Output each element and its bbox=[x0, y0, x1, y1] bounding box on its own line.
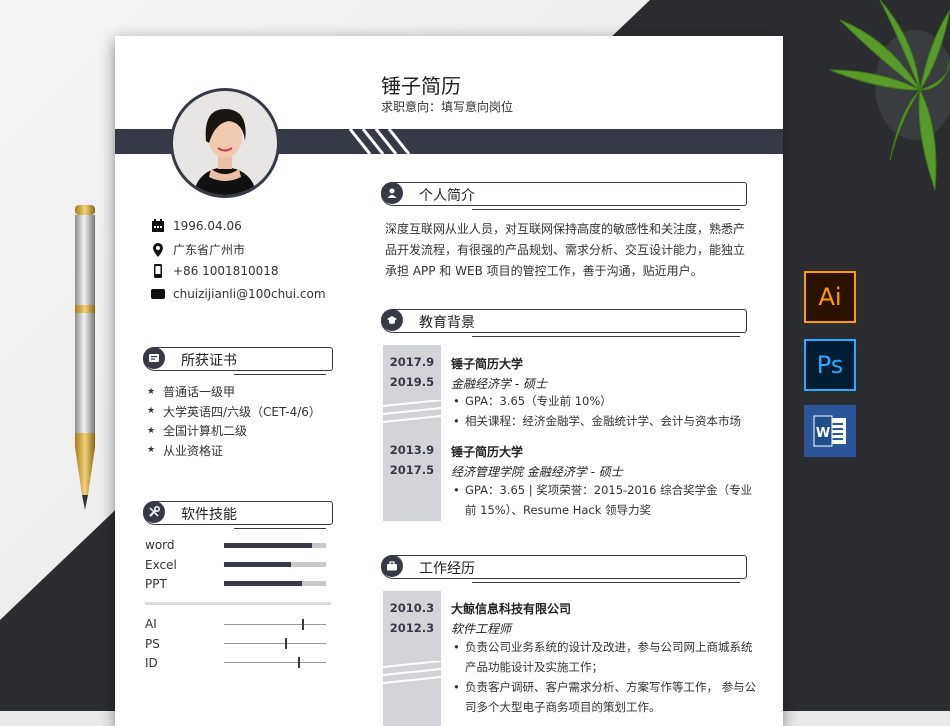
skill-bar-excel bbox=[224, 562, 326, 567]
star-icon: ★ bbox=[147, 386, 156, 397]
skill-bar-ppt bbox=[224, 581, 326, 586]
edu2-end: 2017.5 bbox=[389, 463, 435, 477]
star-icon: ★ bbox=[147, 425, 156, 436]
contact-email: chuizijianli@100chui.com bbox=[151, 287, 326, 301]
cert-list: ★ 普通话一级甲 ★ 大学英语四/六级（CET-4/6） ★ 全国计算机二级 ★ 从业资… bbox=[147, 382, 321, 460]
plant-decoration bbox=[829, 0, 950, 190]
briefcase-icon bbox=[381, 555, 403, 577]
section-work-header: 工作经历 bbox=[381, 555, 747, 583]
email-icon bbox=[151, 289, 165, 299]
skill-label-excel: Excel bbox=[145, 558, 177, 572]
resume-name: 锤子简历 bbox=[381, 74, 461, 98]
intro-text: 深度互联网从业人员，对互联网保持高度的敏感性和关注度，熟悉产品开发流程，有很强的… bbox=[385, 222, 746, 278]
education-icon bbox=[381, 309, 403, 331]
section-skills-title: 软件技能 bbox=[181, 507, 237, 523]
work1-role: 软件工程师 bbox=[451, 622, 512, 636]
section-skills-header: 软件技能 bbox=[143, 501, 333, 529]
contact-location: 广东省广州市 bbox=[151, 241, 245, 258]
edu2-major: 经济管理学院 金融经济学 - 硕士 bbox=[451, 465, 623, 479]
location-text: 广东省广州市 bbox=[173, 243, 246, 257]
skill-label-ai: AI bbox=[145, 617, 157, 631]
list-item: ★ 全国计算机二级 bbox=[147, 424, 248, 439]
date-stripes bbox=[383, 400, 441, 423]
list-item: ★ 从业资格证 bbox=[147, 443, 224, 458]
pen-decoration bbox=[75, 205, 95, 510]
edu1-major: 金融经济学 - 硕士 bbox=[451, 377, 547, 391]
edu2-start: 2013.9 bbox=[389, 443, 435, 457]
skill-slider-ps bbox=[224, 638, 326, 649]
calendar-icon bbox=[152, 219, 164, 232]
star-icon: ★ bbox=[147, 445, 156, 456]
contact-birth: 1996.04.06 bbox=[151, 219, 242, 233]
birth-date: 1996.04.06 bbox=[173, 219, 242, 233]
education-date-column: 2017.9 2019.5 2013.9 2017.5 bbox=[383, 345, 441, 521]
section-work-title: 工作经历 bbox=[419, 561, 475, 577]
user-icon bbox=[381, 182, 403, 204]
section-education-title: 教育背景 bbox=[419, 315, 475, 331]
skill-label-ps: PS bbox=[145, 637, 160, 651]
edu2-school: 锤子简历大学 bbox=[451, 445, 524, 459]
edu2-bullet: GPA：3.65 | 奖项荣誉：2015-2016 综合奖学金（专业前 15%）… bbox=[451, 480, 761, 520]
work1-company: 大鲸信息科技有限公司 bbox=[451, 602, 572, 616]
section-certs-title: 所获证书 bbox=[181, 353, 237, 369]
certificate-icon bbox=[143, 347, 165, 369]
skill-bar-word bbox=[224, 543, 326, 548]
skill-slider-id bbox=[224, 657, 326, 668]
tools-icon bbox=[143, 501, 165, 523]
work1-bullet: 负责公司业务系统的设计及改进，参与公司网上商城系统产品功能设计及实施工作； bbox=[451, 637, 761, 677]
job-intent: 求职意向：填写意向岗位 bbox=[381, 100, 514, 114]
section-certs-header: 所获证书 bbox=[143, 347, 333, 375]
illustrator-icon: Ai bbox=[804, 271, 856, 323]
work-date-column: 2010.3 2012.3 bbox=[383, 591, 441, 726]
skill-slider-ai bbox=[224, 619, 326, 630]
work1-start: 2010.3 bbox=[389, 601, 435, 615]
contact-phone: +86 1001810018 bbox=[151, 264, 279, 278]
work1-bullet: 负责客户调研、客户需求分析、方案写作等工作， 参与公司多个大型电子商务项目的策划… bbox=[451, 677, 761, 717]
section-intro-title: 个人简介 bbox=[419, 188, 475, 204]
skills-divider bbox=[145, 602, 331, 605]
skill-label-ppt: PPT bbox=[145, 577, 167, 591]
section-education-header: 教育背景 bbox=[381, 309, 747, 337]
edu1-school: 锤子简历大学 bbox=[451, 357, 524, 371]
section-intro-header: 个人简介 bbox=[381, 182, 747, 210]
star-icon: ★ bbox=[147, 406, 156, 417]
email-text: chuizijianli@100chui.com bbox=[173, 287, 326, 301]
location-pin-icon bbox=[153, 242, 163, 257]
work1-end: 2012.3 bbox=[389, 621, 435, 635]
photoshop-icon: Ps bbox=[804, 339, 856, 391]
phone-text: +86 1001810018 bbox=[173, 264, 279, 278]
edu1-end: 2019.5 bbox=[389, 375, 435, 389]
edu1-start: 2017.9 bbox=[389, 355, 435, 369]
list-item: ★ 普通话一级甲 bbox=[147, 385, 236, 400]
edu1-bullet: GPA：3.65（专业前 10%） bbox=[451, 391, 761, 411]
edu1-bullet: 相关课程：经济金融学、金融统计学、会计与资本市场 bbox=[451, 411, 761, 431]
skill-label-id: ID bbox=[145, 656, 158, 670]
word-icon: W bbox=[804, 405, 856, 457]
date-stripes bbox=[383, 661, 441, 684]
svg-text:W: W bbox=[816, 426, 830, 441]
avatar bbox=[170, 88, 280, 198]
header-stripes bbox=[348, 129, 411, 154]
phone-icon bbox=[154, 264, 162, 278]
list-item: ★ 大学英语四/六级（CET-4/6） bbox=[147, 404, 321, 419]
skill-label-word: word bbox=[145, 538, 175, 552]
resume-page: 锤子简历 求职意向：填写意向岗位 1996.04.06 广东省广州市 +86 1… bbox=[115, 36, 783, 726]
